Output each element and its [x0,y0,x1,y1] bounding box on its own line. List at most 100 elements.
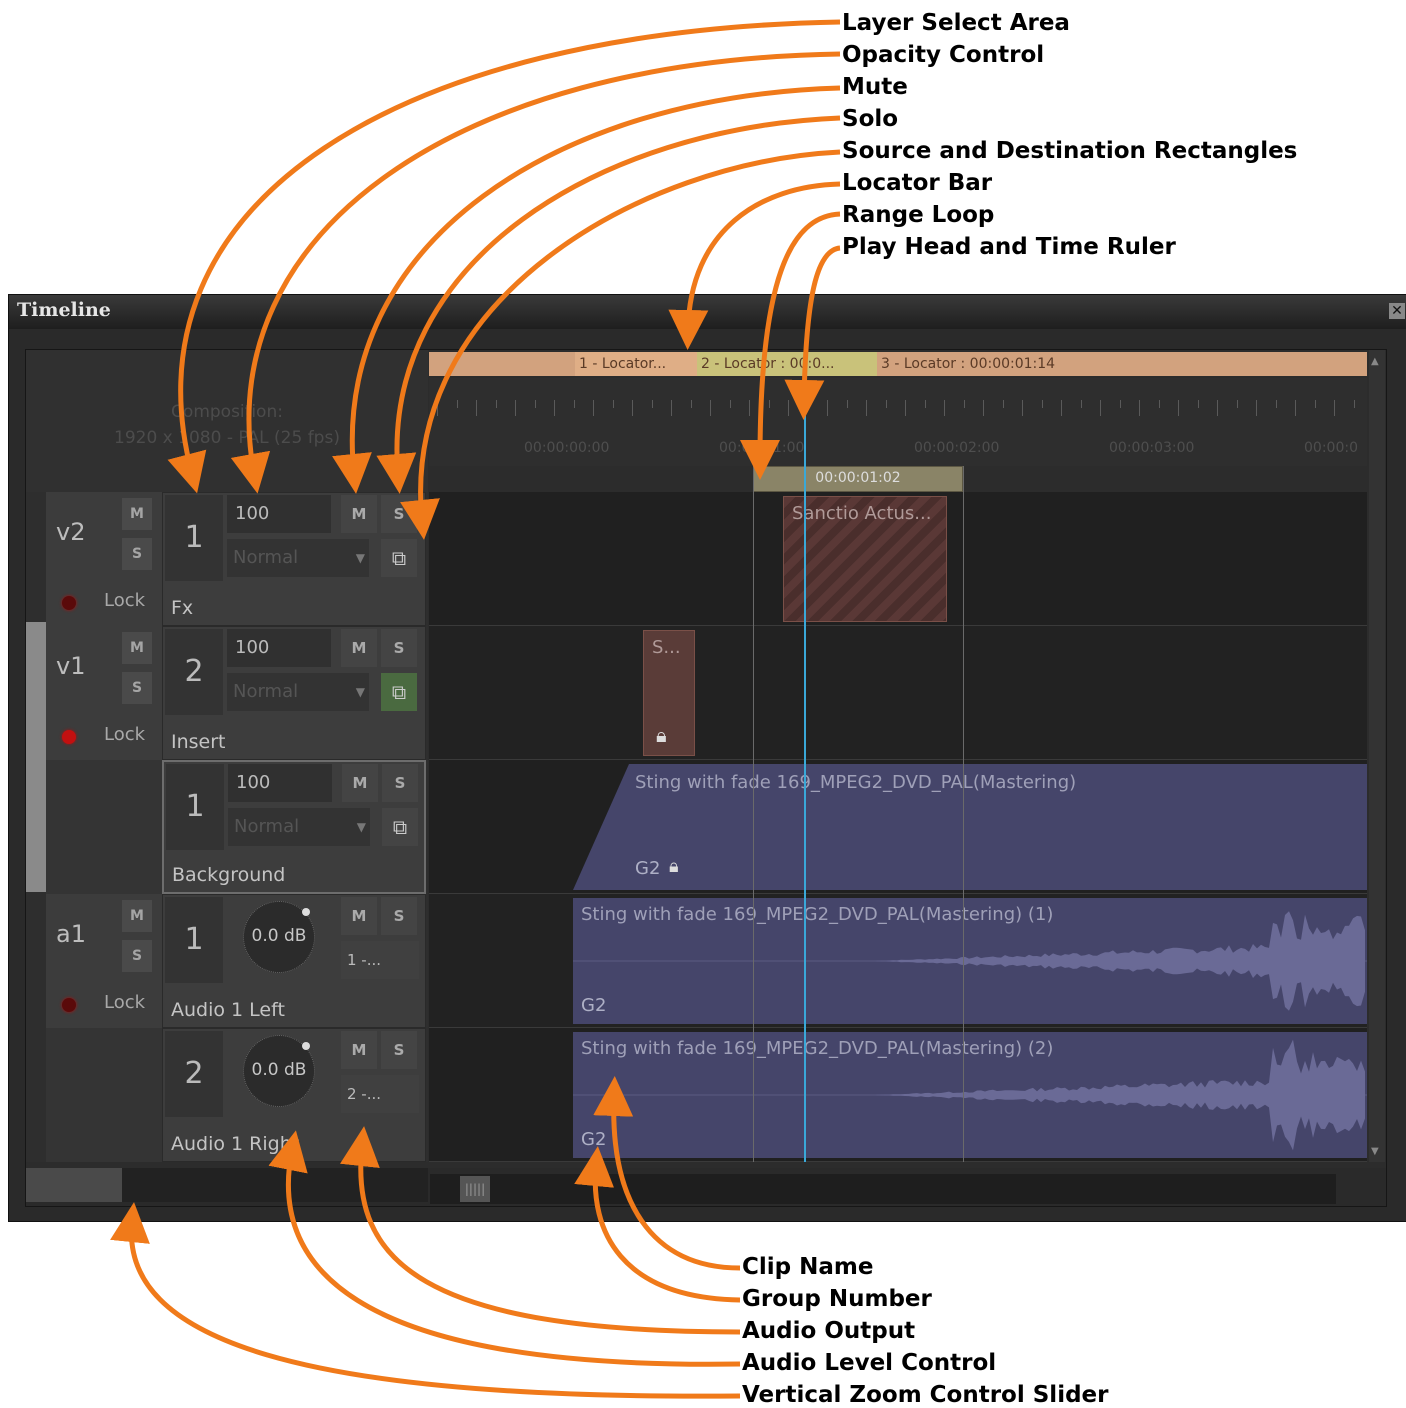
track-background[interactable]: Sting with fade 169_MPEG2_DVD_PAL(Master… [429,760,1367,894]
ruler-label: 00:00:01:00 [719,440,805,456]
lock-led[interactable] [62,998,76,1012]
mute-button[interactable]: M [341,897,377,935]
layer-audio-left[interactable]: 1 0.0 dB M S 1 -... Audio 1 Left [162,894,426,1028]
blend-mode-select[interactable]: Normal ▼ [227,673,369,711]
ruler-tick [963,400,965,408]
group-mute-button[interactable]: M [122,632,152,664]
opacity-control[interactable]: 100 [227,629,331,667]
callout-locator-bar: Locator Bar [842,170,993,196]
ruler-tick [983,400,984,416]
locator-1[interactable]: 1 - Locator... [575,352,697,376]
composition-info: Composition: 1920 x 1080 - PAL (25 fps) [26,350,428,492]
layer-fx[interactable]: 1 100 M S Normal ▼ ⧉ Fx [162,492,426,626]
ruler-tick [807,400,809,408]
ruler-tick [729,400,731,408]
ruler-label: 00:00:02:00 [914,440,1000,456]
blend-mode-value: Normal [233,681,299,702]
solo-button[interactable]: S [381,495,417,533]
lock-icon: 🔒︎ [669,856,679,877]
mute-button[interactable]: M [341,629,377,667]
solo-button[interactable]: S [381,629,417,667]
mute-button[interactable]: M [341,1031,377,1069]
audio-level-control[interactable]: 0.0 dB [243,1035,315,1107]
opacity-control[interactable]: 100 [228,764,332,802]
layer-insert[interactable]: 2 100 M S Normal ▼ ⧉ Insert [162,626,426,760]
layer-select-area[interactable]: 1 [165,495,223,581]
play-head[interactable] [804,378,806,1162]
lock-led[interactable] [62,730,76,744]
ruler-tick [1314,400,1316,408]
layer-select-area[interactable]: 2 [165,1031,223,1117]
solo-button[interactable]: S [381,897,417,935]
group-v1[interactable]: v1 M S Lock [46,626,162,760]
rect-icon[interactable]: ⧉ [381,539,417,577]
locator-2[interactable]: 2 - Locator : 00:0... [697,352,877,376]
clip[interactable]: Sting with fade 169_MPEG2_DVD_PAL(Master… [573,1032,1367,1158]
vertical-zoom-slider[interactable] [26,1168,122,1202]
group-v2[interactable]: v2 M S Lock [46,492,162,626]
zoom-track[interactable] [122,1168,428,1202]
rect-icon[interactable]: ⧉ [382,808,418,846]
chevron-down-icon[interactable]: ▼ [1371,1146,1383,1158]
callout-group-number: Group Number [742,1286,932,1312]
close-icon[interactable]: ✕ [1389,303,1405,319]
horizontal-scroll-thumb[interactable]: ||||| [460,1176,490,1202]
ruler-label: 00:00:03:00 [1109,440,1195,456]
lock-label: Lock [104,590,146,611]
solo-button[interactable]: S [381,1031,417,1069]
group-name: v2 [56,518,86,546]
solo-button[interactable]: S [382,764,418,802]
rect-icon[interactable]: ⧉ [381,673,417,711]
group-solo-button[interactable]: S [122,538,152,570]
clip[interactable]: Sting with fade 169_MPEG2_DVD_PAL(Master… [573,898,1367,1024]
track-audio-left[interactable]: Sting with fade 169_MPEG2_DVD_PAL(Master… [429,894,1367,1028]
group-mute-button[interactable]: M [122,498,152,530]
audio-output-select[interactable]: 2 -... [341,1075,419,1113]
title-bar: Timeline ✕ [9,295,1406,329]
layer-background[interactable]: 1 100 M S Normal ▼ ⧉ Background [162,760,426,894]
group-number: G2 [581,1129,607,1150]
track-fx[interactable]: Sanctio Actus... [429,492,1367,626]
time-ruler[interactable]: 00:00:00:00 00:00:01:00 00:00:02:00 00:0… [429,378,1367,466]
clip-name: Sting with fade 169_MPEG2_DVD_PAL(Master… [581,1038,1054,1059]
ruler-tick [1061,400,1062,416]
clip[interactable]: S... 🔒︎ [643,630,695,756]
locator-3[interactable]: 3 - Locator : 00:00:01:14 [877,352,1181,376]
layer-select-area[interactable]: 1 [166,764,224,850]
ruler-tick [1100,400,1101,416]
lock-led[interactable] [62,596,76,610]
ruler-tick [905,400,906,416]
audio-output-select[interactable]: 1 -... [341,941,419,979]
ruler-tick [944,400,945,416]
group-solo-button[interactable]: S [122,940,152,972]
group-solo-button[interactable]: S [122,672,152,704]
locator-bar[interactable]: 1 - Locator... 2 - Locator : 00:0... 3 -… [429,352,1367,376]
clip-name: S... [652,637,681,658]
ruler-tick [437,400,438,416]
group-select-bar[interactable] [26,622,46,892]
range-loop-label: 00:00:01:02 [815,470,901,486]
group-mute-button[interactable]: M [122,900,152,932]
track-insert[interactable]: S... 🔒︎ [429,626,1367,760]
layer-audio-right[interactable]: 2 0.0 dB M S 2 -... Audio 1 Right [162,1028,426,1162]
opacity-control[interactable]: 100 [227,495,331,533]
clip[interactable]: Sanctio Actus... [783,496,947,622]
group-a1[interactable]: a1 M S Lock [46,894,162,1028]
horizontal-scrollbar[interactable] [430,1174,1336,1204]
ruler-tick [671,400,672,416]
callout-clip-name: Clip Name [742,1254,874,1280]
mute-button[interactable]: M [342,764,378,802]
ruler-tick [1080,400,1082,408]
range-loop[interactable]: 00:00:01:02 [753,466,963,492]
mute-button[interactable]: M [341,495,377,533]
blend-mode-select[interactable]: Normal ▼ [227,539,369,577]
layer-select-area[interactable]: 1 [165,897,223,983]
chevron-up-icon[interactable]: ▲ [1371,356,1383,368]
blend-mode-select[interactable]: Normal ▼ [228,808,370,846]
vertical-scrollbar[interactable]: ▲ ▼ [1369,350,1385,1162]
layer-select-area[interactable]: 2 [165,629,223,715]
track-audio-right[interactable]: Sting with fade 169_MPEG2_DVD_PAL(Master… [429,1028,1367,1162]
ruler-label: 00:00:0 [1304,440,1358,456]
blend-mode-value: Normal [233,547,299,568]
audio-level-control[interactable]: 0.0 dB [243,901,315,973]
